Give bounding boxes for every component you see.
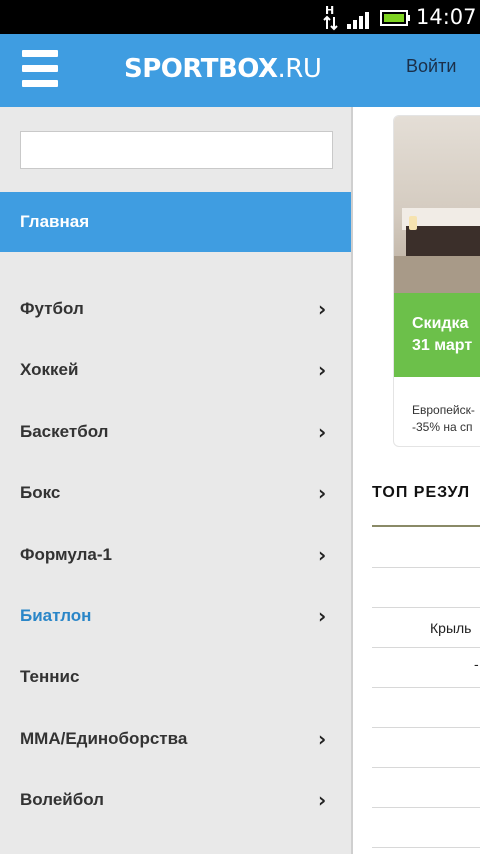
chevron-right-icon: › [318,543,327,567]
chevron-right-icon: › [318,604,327,628]
menu-item-label: Волейбол [20,790,104,809]
sportbox-logo[interactable]: SPORTBOX.RU [124,54,322,84]
menu-item-label: Бокс [20,483,61,502]
menu-item-label: Хоккей [20,360,79,379]
menu-item-basketball[interactable]: Баскетбол › [0,402,351,463]
ad-image [394,116,480,293]
table-row-divider [372,647,480,648]
table-row: Крыль [430,620,472,636]
section-title: ТОП РЕЗУЛ [372,484,471,501]
ad-text-line2: -35% на сп [412,420,473,434]
side-menu: Главная Футбол › Хоккей › Баскетбол › Бо… [0,107,351,854]
chevron-right-icon: › [318,727,327,751]
ad-text-line1: Европейск- [412,403,475,417]
main-content: Скидка 31 март Европейск- -35% на сп ТОП… [353,107,480,854]
table-row-divider [372,607,480,608]
table-row-divider [372,727,480,728]
menu-item-label: Футбол [20,299,84,318]
signal-strength-icon [347,12,369,29]
network-activity-icon: H [323,4,338,31]
menu-item-home[interactable]: Главная [0,192,351,252]
menu-item-football[interactable]: Футбол › [0,279,351,340]
table-row-divider [372,767,480,768]
ad-headline-line1: Скидка [412,315,469,332]
menu-item-label: ММА/Единоборства [20,729,188,748]
search-input[interactable] [20,131,333,169]
menu-item-hockey[interactable]: Хоккей › [0,340,351,401]
menu-item-label: Формула-1 [20,545,113,564]
login-button[interactable]: Войти [406,56,456,77]
network-type-label: H [325,4,334,17]
menu-item-boxing[interactable]: Бокс › [0,463,351,524]
status-bar: H 14:07 [0,0,480,34]
menu-item-tennis[interactable]: Теннис [0,647,351,708]
ad-banner[interactable]: Скидка 31 март Европейск- -35% на сп [393,115,480,447]
menu-item-label: Главная [20,212,90,231]
ad-headline-line2: 31 март [412,337,473,354]
table-row-divider [372,807,480,808]
chevron-right-icon: › [318,420,327,444]
logo-suffix: .RU [277,54,322,84]
hamburger-menu-icon[interactable] [22,50,58,88]
chevron-right-icon: › [318,358,327,382]
section-underline [372,525,480,527]
chevron-right-icon: › [318,481,327,505]
battery-icon [380,10,410,26]
table-row-divider [372,847,480,848]
menu-item-formula1[interactable]: Формула-1 › [0,525,351,586]
menu-item-label: Баскетбол [20,422,109,441]
menu-item-label: Биатлон [20,606,92,625]
menu-item-biathlon[interactable]: Биатлон › [0,586,351,647]
ad-headline-box: Скидка 31 март [394,293,480,377]
clock: 14:07 [416,5,477,29]
menu-item-label: Теннис [20,667,80,686]
table-row-divider [372,567,480,568]
app-header: SPORTBOX.RU Войти [0,34,480,107]
chevron-right-icon: › [318,788,327,812]
logo-main: SPORTBOX [124,54,278,84]
menu-item-mma[interactable]: ММА/Единоборства › [0,709,351,770]
table-row: - [474,656,479,672]
table-row-divider [372,687,480,688]
chevron-right-icon: › [318,297,327,321]
menu-item-volleyball[interactable]: Волейбол › [0,770,351,831]
